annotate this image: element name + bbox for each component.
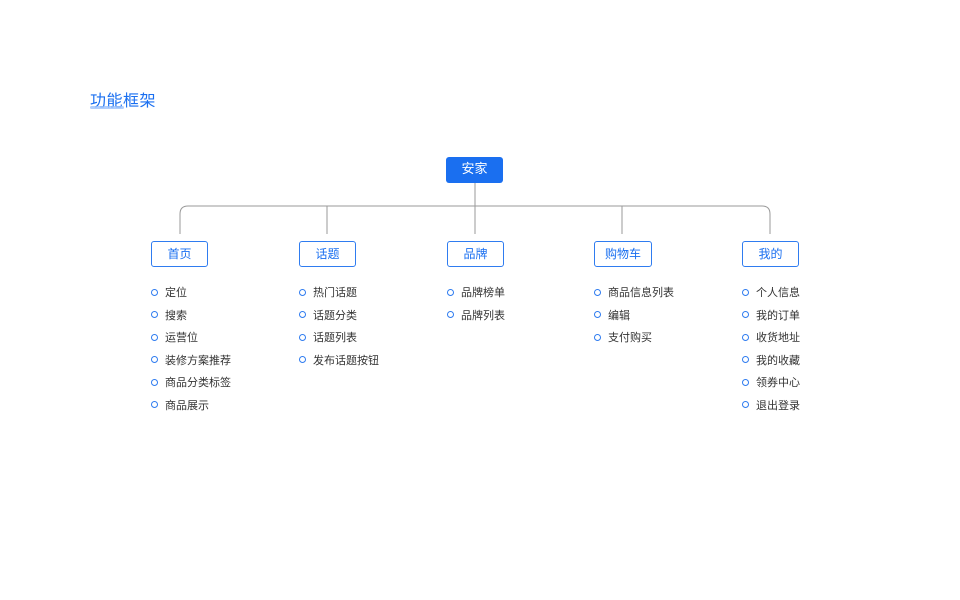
item-label: 我的订单: [756, 308, 800, 322]
item-label: 话题列表: [313, 331, 357, 345]
item-label: 商品分类标签: [165, 376, 231, 390]
circle-bullet-icon: [594, 333, 601, 341]
circle-bullet-icon: [594, 288, 601, 296]
category-box: 品牌: [447, 241, 504, 267]
circle-bullet-icon: [742, 401, 749, 409]
circle-bullet-icon: [299, 356, 306, 364]
circle-bullet-icon: [447, 311, 454, 319]
circle-bullet-icon: [151, 288, 158, 296]
circle-bullet-icon: [742, 311, 749, 319]
item-label: 商品信息列表: [608, 286, 674, 300]
list-item: 商品展示: [151, 394, 331, 417]
item-label: 编辑: [608, 308, 630, 322]
list-item: 商品分类标签: [151, 371, 331, 394]
circle-bullet-icon: [151, 401, 158, 409]
item-label: 运营位: [165, 331, 198, 345]
circle-bullet-icon: [594, 311, 601, 319]
item-label: 热门话题: [313, 286, 357, 300]
item-label: 话题分类: [313, 308, 357, 322]
circle-bullet-icon: [742, 288, 749, 296]
item-label: 品牌榜单: [461, 286, 505, 300]
circle-bullet-icon: [151, 378, 158, 386]
item-label: 收货地址: [756, 331, 800, 345]
item-label: 品牌列表: [461, 308, 505, 322]
item-label: 个人信息: [756, 286, 800, 300]
circle-bullet-icon: [299, 333, 306, 341]
root-node: 安家: [446, 157, 503, 183]
list-item: 话题列表: [299, 326, 479, 349]
circle-bullet-icon: [299, 311, 306, 319]
list-item: 发布话题按钮: [299, 349, 479, 372]
circle-bullet-icon: [151, 356, 158, 364]
circle-bullet-icon: [151, 333, 158, 341]
list-item: 我的收藏: [742, 349, 922, 372]
circle-bullet-icon: [742, 356, 749, 364]
item-label: 定位: [165, 286, 187, 300]
item-label: 支付购买: [608, 331, 652, 345]
list-item: 个人信息: [742, 281, 922, 304]
connector-horizontal-bar: [179, 205, 771, 234]
circle-bullet-icon: [447, 288, 454, 296]
category-box: 购物车: [594, 241, 652, 267]
item-label: 领券中心: [756, 376, 800, 390]
list-item: 退出登录: [742, 394, 922, 417]
circle-bullet-icon: [299, 288, 306, 296]
category-box: 首页: [151, 241, 208, 267]
list-item: 收货地址: [742, 326, 922, 349]
circle-bullet-icon: [742, 333, 749, 341]
category-box: 我的: [742, 241, 799, 267]
title-underline: [90, 106, 124, 109]
category-profile: 我的 个人信息 我的订单 收货地址 我的收藏 领券中心 退出登录: [742, 241, 922, 416]
circle-bullet-icon: [151, 311, 158, 319]
item-list: 个人信息 我的订单 收货地址 我的收藏 领券中心 退出登录: [742, 281, 922, 416]
category-box: 话题: [299, 241, 356, 267]
item-label: 搜索: [165, 308, 187, 322]
item-label: 发布话题按钮: [313, 353, 379, 367]
circle-bullet-icon: [742, 378, 749, 386]
item-label: 退出登录: [756, 398, 800, 412]
item-label: 我的收藏: [756, 353, 800, 367]
list-item: 我的订单: [742, 304, 922, 327]
list-item: 领券中心: [742, 371, 922, 394]
item-label: 装修方案推荐: [165, 353, 231, 367]
item-label: 商品展示: [165, 398, 209, 412]
